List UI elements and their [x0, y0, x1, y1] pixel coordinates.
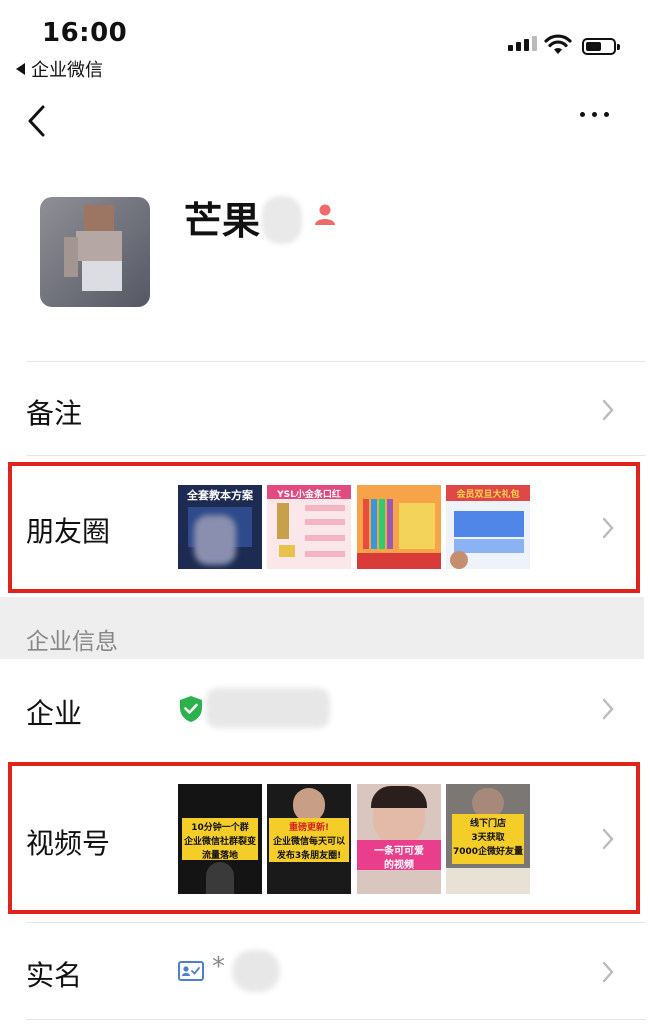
battery-icon: [582, 38, 620, 55]
real-name-blur: [232, 950, 280, 992]
back-triangle-icon: [16, 63, 25, 75]
highlight-box: [8, 462, 640, 593]
remark-row[interactable]: [0, 362, 644, 454]
back-to-app-link[interactable]: 企业微信: [16, 56, 103, 82]
company-name-blur: [206, 688, 330, 728]
divider: [26, 1019, 646, 1020]
highlight-box: [8, 762, 640, 914]
cellular-signal-icon: [508, 36, 537, 51]
chevron-right-icon: [602, 698, 614, 720]
wifi-icon: [544, 34, 572, 54]
remark-label: 备注: [26, 397, 83, 430]
company-label: 企业: [26, 697, 83, 730]
chevron-right-icon: [602, 399, 614, 421]
avatar[interactable]: [40, 197, 150, 307]
chevron-right-icon: [602, 961, 614, 983]
id-card-icon: [178, 961, 204, 981]
status-time: 16:00: [42, 18, 128, 48]
real-name-label: 实名: [26, 959, 83, 992]
more-options-icon[interactable]: [580, 112, 609, 117]
section-title: 企业信息: [26, 629, 118, 655]
real-name-value: *: [212, 952, 225, 982]
contact-name: 芒果: [184, 199, 261, 243]
verified-shield-icon: [180, 696, 202, 722]
person-icon: [315, 204, 335, 225]
divider: [26, 455, 646, 456]
name-blur-mask: [262, 196, 302, 244]
back-app-label: 企业微信: [31, 60, 103, 81]
real-name-row[interactable]: [0, 923, 644, 1018]
back-chevron-icon[interactable]: [24, 104, 54, 138]
